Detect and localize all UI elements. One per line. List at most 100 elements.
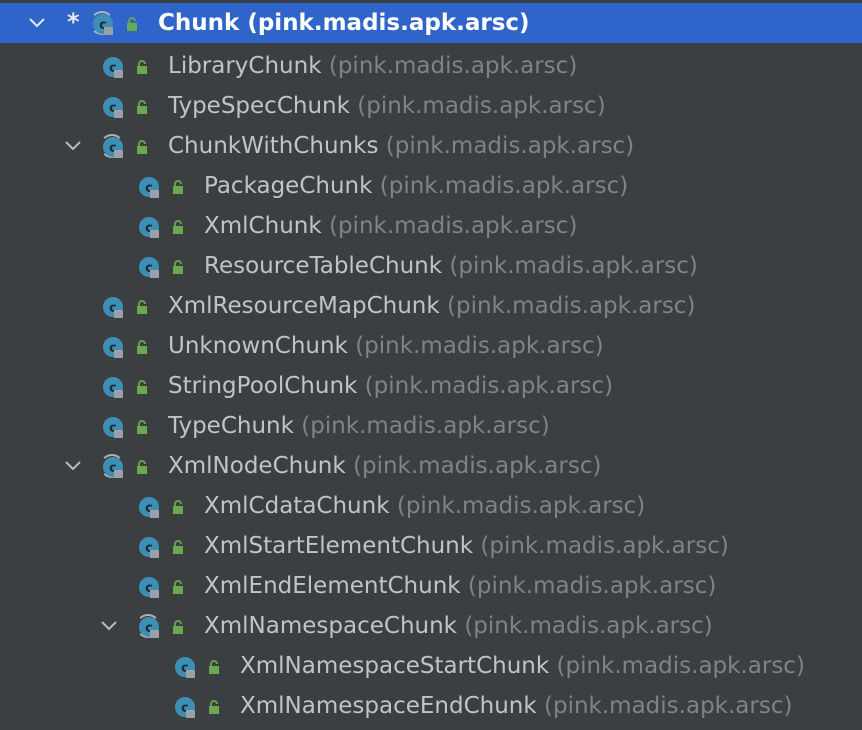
tree-row-typespecchunk[interactable]: c TypeSpecChunk (pink.madis.apk.arsc): [0, 86, 862, 126]
lock-icon: [137, 340, 147, 354]
lock-icon: [173, 540, 183, 554]
tree-row-packagechunk[interactable]: c PackageChunk (pink.madis.apk.arsc): [0, 166, 862, 206]
tree-row-librarychunk[interactable]: c LibraryChunk (pink.madis.apk.arsc): [0, 46, 862, 86]
tree-row-label: TypeChunk (pink.madis.apk.arsc): [168, 406, 550, 446]
tree-row-label: XmlNodeChunk (pink.madis.apk.arsc): [168, 446, 601, 486]
lock-icon: [137, 100, 147, 114]
tree-row-label: XmlCdataChunk (pink.madis.apk.arsc): [204, 486, 645, 526]
chevron-down-icon[interactable]: [99, 606, 119, 646]
tree-row-label: XmlChunk (pink.madis.apk.arsc): [204, 206, 577, 246]
class-name: XmlNamespaceEndChunk: [240, 693, 537, 719]
package-name: (pink.madis.apk.arsc): [556, 653, 805, 679]
class-name: PackageChunk: [204, 173, 373, 199]
package-name: (pink.madis.apk.arsc): [247, 10, 530, 36]
class-icon: c: [103, 377, 123, 398]
lock-icon: [173, 220, 183, 234]
package-name: (pink.madis.apk.arsc): [353, 453, 602, 479]
lock-icon: [209, 660, 219, 674]
tree-row-label: ResourceTableChunk (pink.madis.apk.arsc): [204, 246, 698, 286]
class-icon: c: [103, 297, 123, 318]
tree-row-xmlresourcemapchunk[interactable]: c XmlResourceMapChunk (pink.madis.apk.ar…: [0, 286, 862, 326]
chevron-down-icon[interactable]: [63, 446, 83, 486]
tree-row-xmlnodechunk[interactable]: c XmlNodeChunk (pink.madis.apk.arsc): [0, 446, 862, 486]
lock-icon: [137, 380, 147, 394]
tree-row-label: TypeSpecChunk (pink.madis.apk.arsc): [168, 86, 606, 126]
lock-icon: [137, 300, 147, 314]
class-name: TypeChunk: [168, 413, 294, 439]
package-name: (pink.madis.apk.arsc): [355, 333, 604, 359]
class-icon: c: [103, 417, 123, 438]
class-name: UnknownChunk: [168, 333, 348, 359]
tree-row-unknownchunk[interactable]: c UnknownChunk (pink.madis.apk.arsc): [0, 326, 862, 366]
tree-row-xmlcdatachunk[interactable]: c XmlCdataChunk (pink.madis.apk.arsc): [0, 486, 862, 526]
tree-row-label: XmlStartElementChunk (pink.madis.apk.ars…: [204, 526, 729, 566]
tree-row-chunkwithchunks[interactable]: c ChunkWithChunks (pink.madis.apk.arsc): [0, 126, 862, 166]
lock-icon: [137, 420, 147, 434]
class-name: XmlStartElementChunk: [204, 533, 474, 559]
package-name: (pink.madis.apk.arsc): [396, 493, 646, 519]
class-name: ResourceTableChunk: [204, 253, 443, 279]
chevron-down-icon[interactable]: [63, 126, 83, 166]
class-icon: c: [103, 57, 123, 78]
lock-icon: [209, 700, 219, 714]
tree-row-xmlendelementchunk[interactable]: c XmlEndElementChunk (pink.madis.apk.ars…: [0, 566, 862, 606]
lock-icon: [137, 60, 147, 74]
class-icon: c: [139, 497, 159, 518]
tree-row-resourcetablechunk[interactable]: c ResourceTableChunk (pink.madis.apk.ars…: [0, 246, 862, 286]
tree-row-typechunk[interactable]: c TypeChunk (pink.madis.apk.arsc): [0, 406, 862, 446]
class-name: XmlResourceMapChunk: [168, 293, 440, 319]
tree-row-xmlstartelementchunk[interactable]: c XmlStartElementChunk (pink.madis.apk.a…: [0, 526, 862, 566]
class-hierarchy-tree: * c Chunk (pink.madis.apk.arsc) c Librar…: [0, 0, 862, 730]
root-marker: *: [67, 8, 80, 36]
class-name: StringPoolChunk: [168, 373, 358, 399]
lock-icon: [173, 180, 183, 194]
tree-row-label: UnknownChunk (pink.madis.apk.arsc): [168, 326, 604, 366]
package-name: (pink.madis.apk.arsc): [379, 173, 629, 199]
tree-row-label: Chunk (pink.madis.apk.arsc): [158, 3, 530, 43]
class-icon: c: [139, 177, 159, 198]
class-icon: c: [103, 457, 123, 478]
tree-row-label: XmlNamespaceChunk (pink.madis.apk.arsc): [204, 606, 713, 646]
lock-icon: [173, 260, 183, 274]
chevron-down-icon[interactable]: [27, 3, 47, 43]
class-icon: c: [139, 577, 159, 598]
class-name: XmlNamespaceStartChunk: [240, 653, 550, 679]
package-name: (pink.madis.apk.arsc): [447, 293, 696, 319]
class-icon: c: [175, 657, 195, 678]
tree-row-stringpoolchunk[interactable]: c StringPoolChunk (pink.madis.apk.arsc): [0, 366, 862, 406]
class-icon: c: [93, 14, 113, 35]
package-name: (pink.madis.apk.arsc): [357, 93, 606, 119]
tree-row-xmlnamespacestartchunk[interactable]: c XmlNamespaceStartChunk (pink.madis.apk…: [0, 646, 862, 686]
tree-row-label: StringPoolChunk (pink.madis.apk.arsc): [168, 366, 613, 406]
tree-row-label: ChunkWithChunks (pink.madis.apk.arsc): [168, 126, 634, 166]
class-name: Chunk: [158, 10, 240, 36]
class-icon: c: [103, 97, 123, 118]
class-icon: c: [139, 537, 159, 558]
tree-row-label: XmlResourceMapChunk (pink.madis.apk.arsc…: [168, 286, 695, 326]
class-name: LibraryChunk: [168, 53, 322, 79]
package-name: (pink.madis.apk.arsc): [467, 573, 717, 599]
package-name: (pink.madis.apk.arsc): [328, 53, 578, 79]
class-icon: c: [139, 257, 159, 278]
lock-icon: [173, 500, 183, 514]
class-icon: c: [175, 697, 195, 718]
tree-row-xmlnamespaceendchunk[interactable]: c XmlNamespaceEndChunk (pink.madis.apk.a…: [0, 686, 862, 726]
package-name: (pink.madis.apk.arsc): [364, 373, 614, 399]
class-icon: c: [139, 617, 159, 638]
tree-row-xmlnamespacechunk[interactable]: c XmlNamespaceChunk (pink.madis.apk.arsc…: [0, 606, 862, 646]
tree-row-label: XmlNamespaceEndChunk (pink.madis.apk.ars…: [240, 686, 792, 726]
lock-icon: [137, 460, 147, 474]
package-name: (pink.madis.apk.arsc): [449, 253, 698, 279]
tree-row-label: LibraryChunk (pink.madis.apk.arsc): [168, 46, 577, 86]
tree-row-xmlchunk[interactable]: c XmlChunk (pink.madis.apk.arsc): [0, 206, 862, 246]
lock-icon: [173, 620, 183, 634]
tree-row-chunk[interactable]: * c Chunk (pink.madis.apk.arsc): [0, 3, 862, 43]
class-icon: c: [103, 137, 123, 158]
package-name: (pink.madis.apk.arsc): [328, 213, 578, 239]
class-icon: c: [139, 217, 159, 238]
class-name: XmlEndElementChunk: [204, 573, 461, 599]
class-name: ChunkWithChunks: [168, 133, 379, 159]
lock-icon: [127, 17, 137, 31]
class-icon: c: [103, 337, 123, 358]
tree-row-label: PackageChunk (pink.madis.apk.arsc): [204, 166, 628, 206]
